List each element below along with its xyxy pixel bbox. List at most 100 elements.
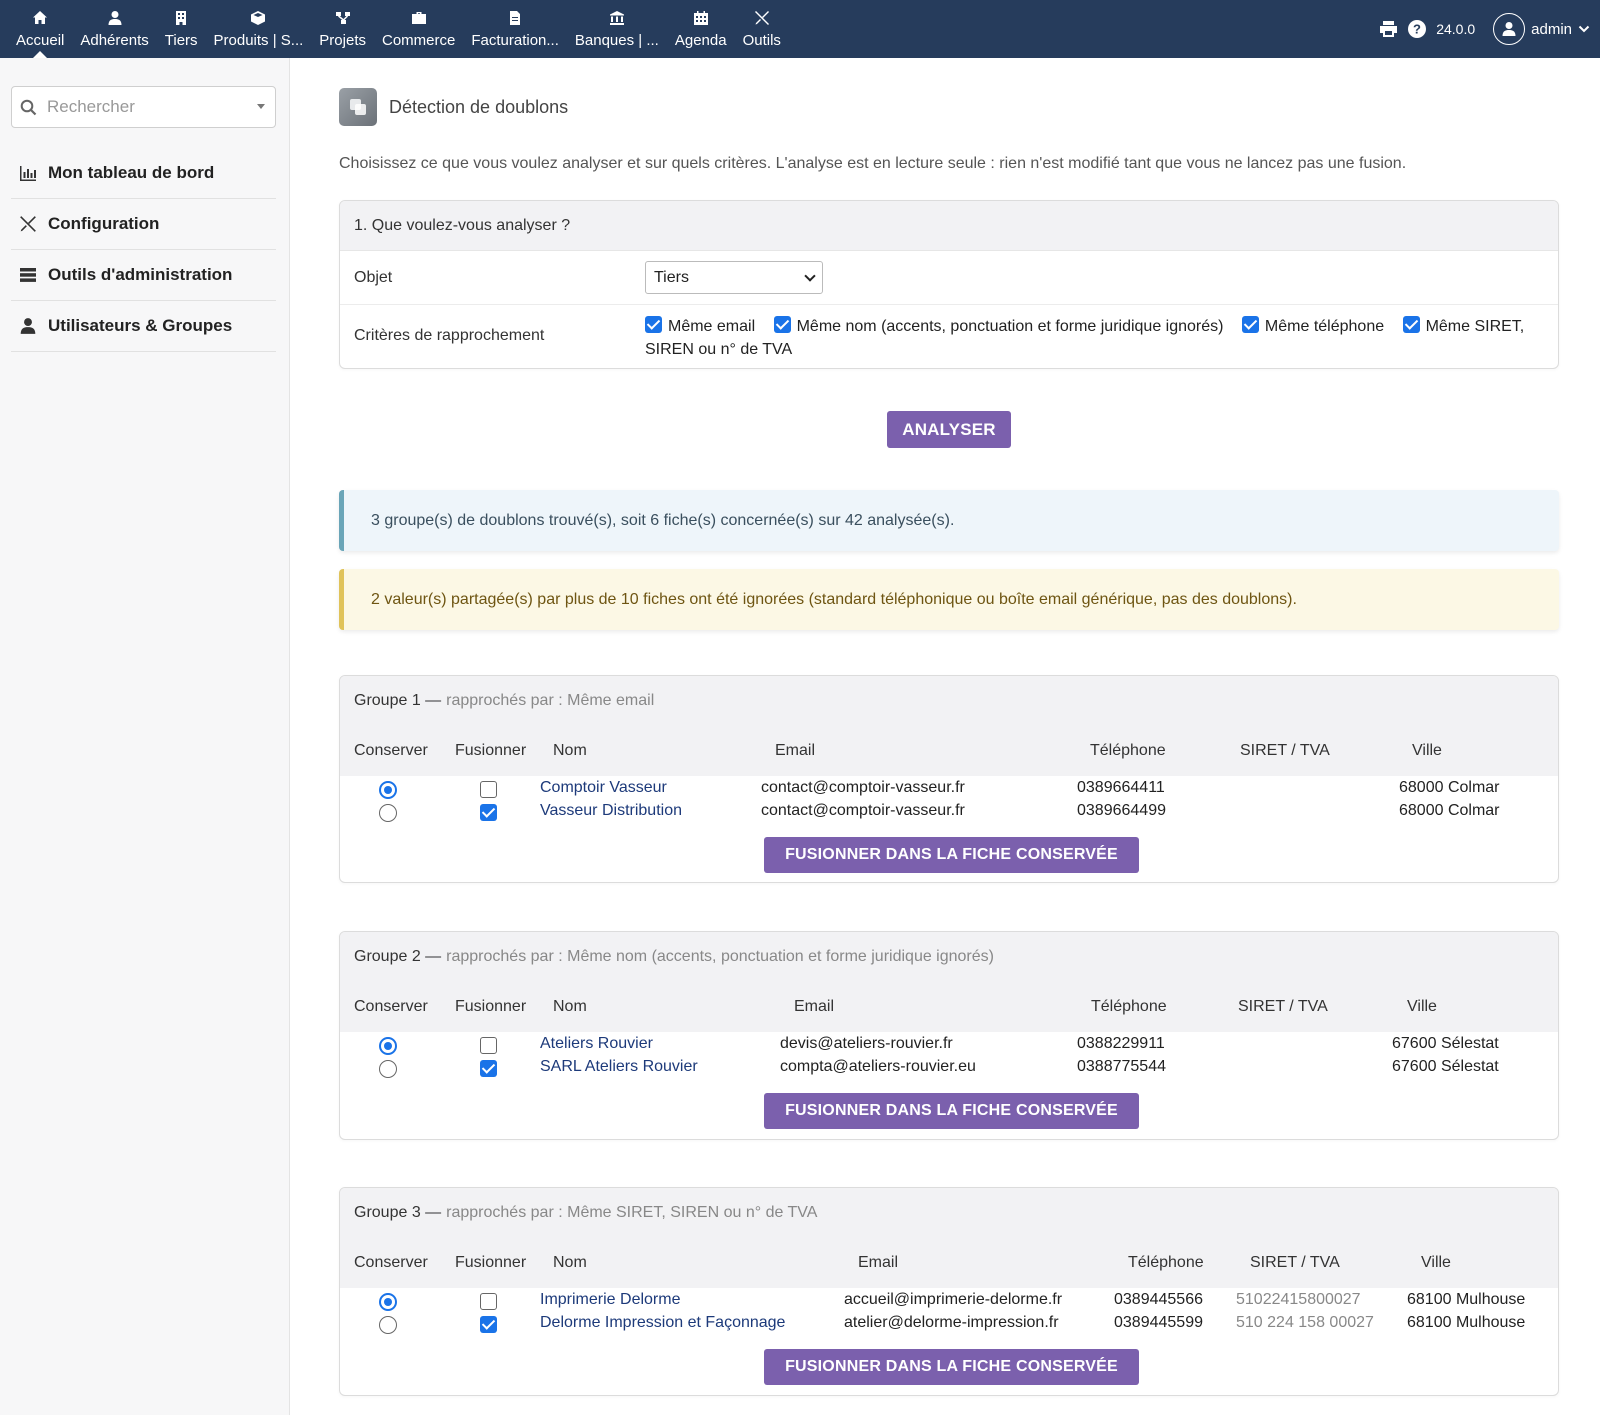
nav-commerce[interactable]: Commerce xyxy=(374,0,463,58)
col-merge: Fusionner xyxy=(455,1254,527,1271)
col-name: Nom xyxy=(553,742,587,759)
analysis-form-card: 1. Que voulez-vous analyser ? Objet Tier… xyxy=(339,200,1559,369)
merge-checkbox[interactable] xyxy=(480,1037,497,1054)
page-title: Détection de doublons xyxy=(389,96,569,117)
merge-checkbox[interactable] xyxy=(480,804,497,821)
form-heading: 1. Que voulez-vous analyser ? xyxy=(340,201,1558,251)
tools-icon xyxy=(754,11,769,25)
row-phone: 0389664411 xyxy=(1077,779,1165,796)
keep-radio[interactable] xyxy=(379,1316,397,1334)
merge-checkbox[interactable] xyxy=(480,1316,497,1333)
table-header: Conserver Fusionner Nom Email Téléphone … xyxy=(340,1238,1558,1288)
nav-tiers[interactable]: Tiers xyxy=(157,0,206,58)
search-input[interactable] xyxy=(47,97,237,117)
merge-button[interactable]: FUSIONNER DANS LA FICHE CONSERVÉE xyxy=(764,1093,1139,1129)
object-select-value: Tiers xyxy=(654,268,689,286)
nav-adherents[interactable]: Adhérents xyxy=(72,0,156,58)
analyze-button[interactable]: ANALYSER xyxy=(887,411,1011,448)
col-name: Nom xyxy=(553,998,587,1015)
row-siret: 510 224 158 00027 xyxy=(1236,1314,1374,1331)
row-phone: 0389445599 xyxy=(1114,1314,1203,1331)
user-icon xyxy=(1502,22,1516,36)
nav-outils[interactable]: Outils xyxy=(735,0,789,58)
nav-facturation[interactable]: Facturation... xyxy=(463,0,567,58)
criterion-same-name[interactable]: Même nom (accents, ponctuation et forme … xyxy=(773,316,1223,335)
nav-label: Banques | ... xyxy=(574,32,659,49)
object-row: Objet Tiers xyxy=(340,251,1558,305)
merge-checkbox[interactable] xyxy=(480,1293,497,1310)
col-email: Email xyxy=(858,1254,899,1271)
col-siret: SIRET / TVA xyxy=(1238,998,1328,1015)
help-icon[interactable]: ? xyxy=(1408,20,1427,38)
criteria-options: Même email Même nom (accents, ponctuatio… xyxy=(645,315,1535,361)
col-merge: Fusionner xyxy=(455,998,527,1015)
checkbox-checked[interactable] xyxy=(645,316,662,333)
merge-button[interactable]: FUSIONNER DANS LA FICHE CONSERVÉE xyxy=(764,837,1139,873)
keep-radio[interactable] xyxy=(379,804,397,822)
sidebar-item-label: Utilisateurs & Groupes xyxy=(48,316,233,335)
row-name-link[interactable]: Ateliers Rouvier xyxy=(540,1035,653,1053)
nav-accueil[interactable]: Accueil xyxy=(8,0,72,58)
row-phone: 0389445566 xyxy=(1114,1291,1203,1308)
sidebar-item-configuration[interactable]: Configuration xyxy=(11,199,276,250)
row-name-link[interactable]: SARL Ateliers Rouvier xyxy=(540,1058,698,1076)
bank-icon xyxy=(609,11,624,25)
keep-radio[interactable] xyxy=(379,1060,397,1078)
row-email: accueil@imprimerie-delorme.fr xyxy=(844,1291,1063,1308)
object-label: Objet xyxy=(354,268,393,286)
sidebar-item-users-groups[interactable]: Utilisateurs & Groupes xyxy=(11,301,276,352)
chevron-down-icon xyxy=(804,269,816,282)
keep-radio[interactable] xyxy=(379,781,397,799)
sidebar-item-label: Outils d'administration xyxy=(48,265,233,284)
user-menu[interactable]: admin xyxy=(1485,13,1590,45)
warning-alert: 2 valeur(s) partagée(s) par plus de 10 f… xyxy=(339,569,1559,630)
row-city: 67600 Sélestat xyxy=(1392,1035,1499,1052)
col-phone: Téléphone xyxy=(1090,742,1166,759)
criterion-same-phone[interactable]: Même téléphone xyxy=(1241,316,1384,335)
row-name-link[interactable]: Imprimerie Delorme xyxy=(540,1291,680,1309)
chevron-down-icon xyxy=(1578,25,1590,33)
checkbox-checked[interactable] xyxy=(1241,316,1259,333)
row-siret: 51022415800027 xyxy=(1236,1291,1361,1308)
nav-projets[interactable]: Projets xyxy=(311,0,374,58)
col-siret: SIRET / TVA xyxy=(1240,742,1330,759)
duplicate-group-2: Groupe 2 — rapprochés par : Même nom (ac… xyxy=(339,931,1559,1140)
print-icon[interactable] xyxy=(1379,20,1398,38)
merge-button[interactable]: FUSIONNER DANS LA FICHE CONSERVÉE xyxy=(764,1349,1139,1385)
user-icon xyxy=(20,318,36,334)
sidebar-item-label: Mon tableau de bord xyxy=(48,163,215,182)
checkbox-checked[interactable] xyxy=(1402,316,1420,333)
keep-radio[interactable] xyxy=(379,1037,397,1055)
sidebar-item-dashboard[interactable]: Mon tableau de bord xyxy=(11,148,276,199)
row-name-link[interactable]: Delorme Impression et Façonnage xyxy=(540,1314,785,1332)
user-name: admin xyxy=(1531,20,1572,38)
criterion-same-email[interactable]: Même email xyxy=(645,316,755,335)
row-name-link[interactable]: Vasseur Distribution xyxy=(540,802,682,820)
group-heading: Groupe 1 — rapprochés par : Même email xyxy=(340,676,1558,726)
row-phone: 0388775544 xyxy=(1077,1058,1166,1075)
checkbox-checked[interactable] xyxy=(773,316,791,333)
col-keep: Conserver xyxy=(354,1254,428,1271)
merge-checkbox[interactable] xyxy=(480,1060,497,1077)
row-email: compta@ateliers-rouvier.eu xyxy=(780,1058,976,1075)
sidebar-item-admin-tools[interactable]: Outils d'administration xyxy=(11,250,276,301)
sidebar-item-label: Configuration xyxy=(48,214,160,233)
row-name-link[interactable]: Comptoir Vasseur xyxy=(540,779,667,797)
search-box[interactable] xyxy=(11,86,276,128)
nav-produits[interactable]: Produits | S... xyxy=(206,0,312,58)
keep-radio[interactable] xyxy=(379,1293,397,1311)
calendar-icon xyxy=(693,11,708,25)
col-phone: Téléphone xyxy=(1128,1254,1204,1271)
top-right-tools: ? 24.0.0 admin xyxy=(1379,0,1590,58)
dropdown-caret-icon[interactable] xyxy=(257,104,265,109)
merge-checkbox[interactable] xyxy=(480,781,497,798)
row-phone: 0388229911 xyxy=(1077,1035,1165,1052)
nav-agenda[interactable]: Agenda xyxy=(667,0,735,58)
chart-icon xyxy=(20,166,36,181)
search-icon xyxy=(20,99,37,115)
duplicate-group-1: Groupe 1 — rapprochés par : Même email C… xyxy=(339,675,1559,883)
nav-banques[interactable]: Banques | ... xyxy=(567,0,667,58)
table-row: Vasseur Distribution contact@comptoir-va… xyxy=(340,802,1558,825)
object-select[interactable]: Tiers xyxy=(645,261,823,294)
row-city: 68100 Mulhouse xyxy=(1407,1314,1526,1331)
